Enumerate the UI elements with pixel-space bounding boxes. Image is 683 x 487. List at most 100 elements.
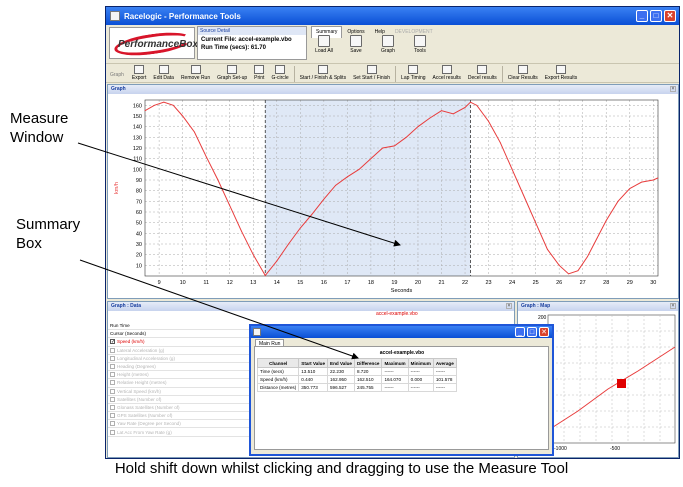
annotation-line: Box — [16, 235, 42, 252]
data-point — [476, 104, 478, 106]
toolbar-button[interactable]: Accel results — [431, 65, 463, 82]
data-point — [163, 101, 165, 103]
channel-label: Cursor (Seconds) — [110, 331, 146, 337]
x-tick-label: 29 — [627, 280, 633, 286]
table-cell: ------ — [407, 367, 434, 376]
minimize-icon[interactable]: _ — [515, 327, 525, 337]
close-icon[interactable]: ✕ — [664, 10, 676, 22]
data-point — [511, 168, 513, 170]
toolbar-button[interactable]: Decel results — [466, 65, 499, 82]
channel-row[interactable]: Lat Acc From Yaw Rate (g) — [108, 428, 253, 437]
channel-checkbox[interactable] — [110, 380, 115, 386]
summary-header-row: Channel Start Value End Value Difference Max… — [256, 358, 457, 368]
channel-label: GPS Satellites (Number of) — [117, 413, 173, 419]
toolbar-button[interactable]: Clear Results — [506, 65, 540, 82]
channel-checkbox[interactable] — [110, 429, 115, 435]
channel-row[interactable]: Speed (km/h) — [108, 338, 253, 347]
summary-window-controls: _ □ ✕ — [515, 327, 552, 337]
y-tick-label: 120 — [133, 146, 142, 152]
toolbar-separator — [395, 66, 397, 82]
toolbar-button[interactable]: Graph Set-up — [215, 65, 249, 82]
summary-window: _ □ ✕ Main Run accel-example.vbo Channel… — [249, 324, 554, 456]
maximize-icon[interactable]: □ — [527, 327, 537, 337]
channel-row[interactable]: Cursor (Seconds) — [108, 330, 253, 339]
top-tool-button[interactable]: Graph — [375, 35, 401, 54]
column-header: Difference — [353, 358, 383, 368]
map-panel-title: Graph : Map — [521, 303, 551, 309]
channel-checkbox[interactable] — [110, 421, 115, 427]
panel-close-icon[interactable]: × — [670, 303, 676, 309]
channel-row[interactable]: GPS Satellites (Number of) — [108, 412, 253, 421]
toolbar-button[interactable]: Remove Run — [179, 65, 212, 82]
data-point — [499, 142, 501, 144]
top-tool-button[interactable]: Tools — [407, 35, 433, 54]
channel-checkbox[interactable] — [110, 355, 115, 361]
toolbar-label: Lap Timing — [401, 75, 426, 81]
toolbar-separator — [501, 66, 503, 82]
data-point — [577, 270, 579, 272]
channel-checkbox[interactable] — [110, 404, 115, 410]
channel-checkbox[interactable] — [110, 413, 115, 419]
app-icon — [253, 328, 261, 336]
window-titlebar[interactable]: Racelogic - Performance Tools _ □ ✕ — [106, 7, 679, 25]
panel-close-icon[interactable]: × — [670, 86, 676, 92]
graph-panel-title: Graph — [111, 86, 126, 92]
minimize-icon[interactable]: _ — [636, 10, 648, 22]
data-point — [382, 147, 384, 149]
channel-checkbox[interactable] — [110, 347, 115, 353]
toolbar-label: Clear Results — [507, 75, 538, 81]
close-icon[interactable]: ✕ — [539, 327, 549, 337]
source-detail-box: Source Detail Current File: accel-exampl… — [197, 26, 307, 60]
channel-label: Lat Acc From Yaw Rate (g) — [117, 429, 172, 435]
top-tool-button[interactable]: Load All — [311, 35, 337, 54]
table-cell: 0.440 — [298, 375, 328, 384]
channel-checkbox[interactable] — [110, 339, 115, 345]
toolbar-button[interactable]: Export — [130, 65, 148, 82]
channel-row[interactable]: Relative Height (metres) — [108, 379, 253, 388]
data-point — [252, 254, 254, 256]
channel-row[interactable]: Satellites (Number of) — [108, 396, 253, 404]
channel-row[interactable]: Heading (Degrees) — [108, 363, 253, 372]
toolbar-button[interactable]: Start / Finish & Splits — [298, 65, 348, 82]
data-point — [617, 200, 619, 202]
channel-row[interactable]: Height (metres) — [108, 371, 253, 380]
map-xtick: -500 — [610, 446, 620, 452]
toolbar-button[interactable]: Print — [252, 65, 266, 82]
channel-checkbox[interactable] — [110, 372, 115, 378]
y-tick-label: 60 — [136, 210, 142, 216]
toolbar-button[interactable]: Edit Data — [151, 65, 176, 82]
summary-titlebar[interactable]: _ □ ✕ — [251, 326, 552, 338]
top-tool-button[interactable]: Save — [343, 35, 369, 54]
channel-row[interactable]: Run Time — [108, 322, 253, 331]
tool-label: Save — [350, 48, 362, 54]
table-cell: ------ — [407, 383, 434, 392]
panel-close-icon[interactable]: × — [506, 303, 512, 309]
y-tick-label: 160 — [133, 103, 142, 109]
toolbar-button[interactable]: Export Results — [543, 65, 580, 82]
channel-row[interactable]: Vertical Speed (km/h) — [108, 388, 253, 396]
data-point — [205, 156, 207, 157]
edit-data-icon — [158, 65, 169, 74]
data-panel-title: Graph : Data — [111, 303, 142, 309]
speed-chart[interactable]: 9 10 11 12 13 14 15 16 17 18 19 20 21 22 23 24 25 26 27 28 2… — [108, 94, 678, 298]
channel-row[interactable]: Glonass Satellites (Number of) — [108, 404, 253, 413]
channel-checkbox[interactable] — [110, 396, 115, 402]
channel-row[interactable]: Lateral Acceleration (g) — [108, 347, 253, 355]
column-header: Average — [432, 358, 457, 368]
toolbar-button[interactable]: Lap Timing — [399, 65, 427, 82]
toolbar-button[interactable]: G-circle — [269, 65, 290, 82]
maximize-icon[interactable]: □ — [650, 10, 662, 22]
x-tick-label: 23 — [486, 280, 492, 286]
table-row: Distance (metres) 350.773 596.527 245.755 --… — [256, 383, 457, 392]
data-point — [323, 198, 325, 200]
channel-checkbox[interactable] — [110, 388, 115, 394]
channel-checkbox[interactable] — [110, 364, 115, 370]
toolbar-button[interactable]: Set Start / Finish — [351, 65, 392, 82]
summary-box-annotation: Summary Box — [16, 215, 80, 253]
channel-row[interactable]: Yaw Rate (Degree per Second) — [108, 420, 253, 429]
x-tick-label: 27 — [580, 280, 586, 286]
map-cursor-marker[interactable] — [617, 379, 626, 388]
data-point — [429, 117, 431, 119]
y-tick-label: 110 — [133, 157, 142, 163]
channel-row[interactable]: Longitudinal Acceleration (g) — [108, 355, 253, 363]
